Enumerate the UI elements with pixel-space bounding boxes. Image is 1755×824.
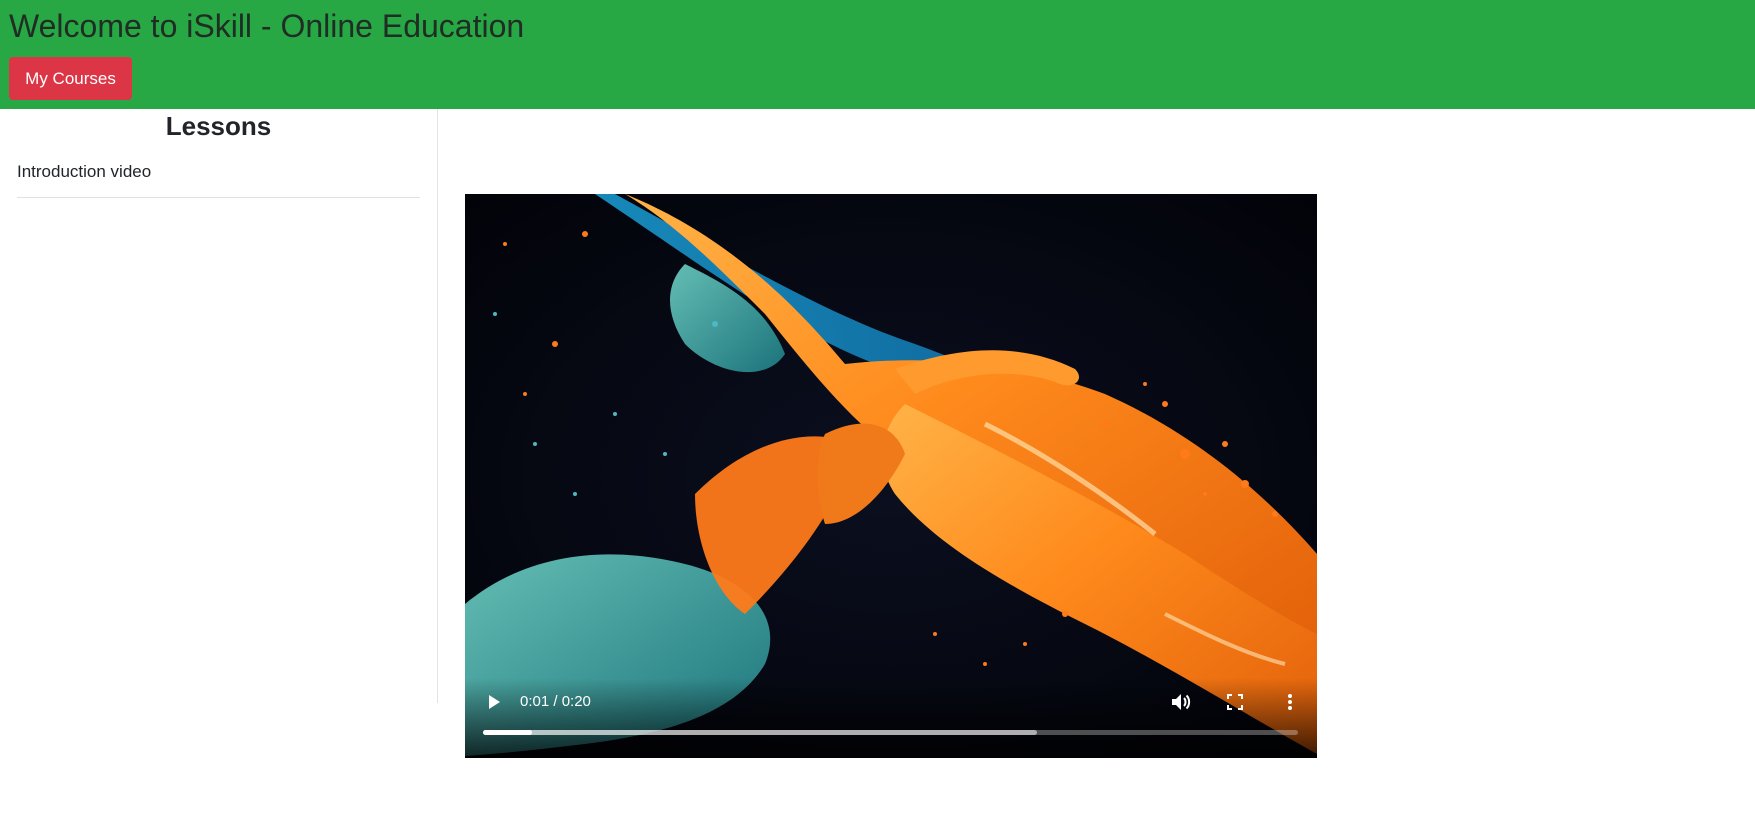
video-frame	[465, 194, 1317, 758]
video-progress-bar[interactable]	[483, 730, 1298, 735]
site-title: Welcome to iSkill - Online Education	[9, 8, 525, 44]
lesson-item-introduction-video[interactable]: Introduction video	[17, 155, 420, 198]
progress-buffered	[483, 730, 1037, 735]
lessons-sidebar: Lessons Introduction video	[0, 109, 438, 703]
lessons-heading: Lessons	[165, 111, 272, 141]
fullscreen-icon[interactable]	[1227, 694, 1243, 710]
play-icon[interactable]	[487, 694, 501, 710]
video-player[interactable]: 0:01 / 0:20	[465, 194, 1317, 758]
controls-shade	[465, 678, 1317, 758]
volume-icon[interactable]	[1171, 693, 1191, 711]
progress-played	[483, 730, 532, 735]
my-courses-button[interactable]: My Courses	[9, 57, 132, 100]
video-time: 0:01 / 0:20	[520, 693, 591, 710]
more-options-icon[interactable]	[1287, 694, 1293, 710]
top-header: Welcome to iSkill - Online Education My …	[0, 0, 1755, 109]
